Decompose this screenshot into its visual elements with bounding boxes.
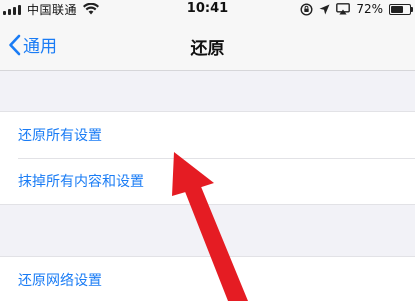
reset-all-settings-label: 还原所有设置 bbox=[18, 128, 102, 144]
network-reset-group: 还原网络设置 bbox=[0, 256, 415, 301]
reset-network-settings-row[interactable]: 还原网络设置 bbox=[0, 257, 415, 301]
battery-percent: 72% bbox=[356, 2, 383, 16]
erase-all-content-label: 抹掉所有内容和设置 bbox=[18, 174, 144, 190]
orientation-lock-icon bbox=[300, 2, 313, 16]
settings-reset-screen: 中国联通 10:41 72% 通用 还原 还原所有设置 抹掉所有内容和设置 还原… bbox=[0, 0, 415, 301]
battery-icon bbox=[389, 3, 413, 15]
reset-all-settings-row[interactable]: 还原所有设置 bbox=[0, 112, 415, 158]
erase-all-content-row[interactable]: 抹掉所有内容和设置 bbox=[0, 158, 415, 204]
page-title: 还原 bbox=[190, 39, 225, 59]
airplay-icon bbox=[336, 3, 351, 15]
battery-level-fill bbox=[391, 5, 403, 13]
reset-options-group: 还原所有设置 抹掉所有内容和设置 bbox=[0, 111, 415, 205]
reset-network-settings-label: 还原网络设置 bbox=[18, 273, 102, 289]
status-right: 72% bbox=[300, 1, 413, 17]
navigation-bar: 通用 还原 bbox=[0, 20, 415, 71]
location-icon bbox=[319, 4, 330, 14]
status-bar: 中国联通 10:41 72% bbox=[0, 0, 415, 20]
